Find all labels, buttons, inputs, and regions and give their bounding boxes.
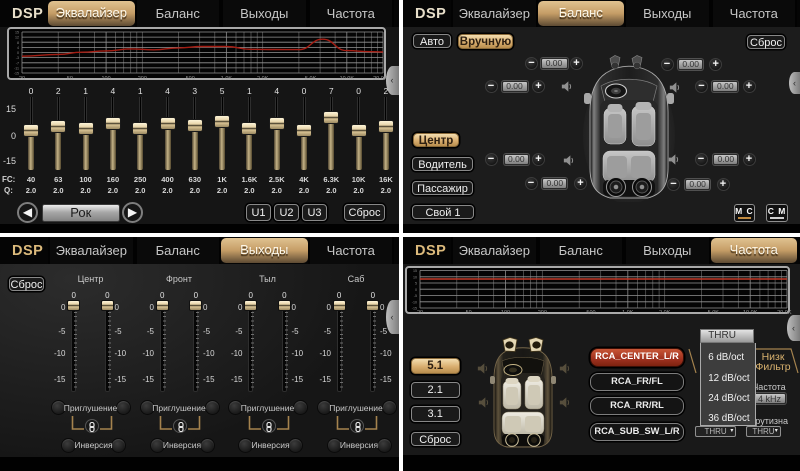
- svg-text:5: 5: [415, 282, 417, 286]
- svg-text:5.0K: 5.0K: [305, 76, 317, 82]
- svg-text:5.0K: 5.0K: [708, 310, 720, 316]
- svg-text:-7: -7: [16, 61, 19, 65]
- svg-text:-11: -11: [14, 67, 19, 71]
- svg-text:50: 50: [466, 310, 472, 316]
- svg-text:4: 4: [17, 46, 19, 50]
- svg-text:10: 10: [413, 275, 417, 279]
- svg-text:20: 20: [19, 76, 25, 82]
- svg-text:200: 200: [538, 310, 547, 316]
- svg-text:1.0K: 1.0K: [622, 310, 634, 316]
- svg-text:8: 8: [17, 41, 19, 45]
- svg-text:15: 15: [15, 31, 19, 35]
- svg-text:-10: -10: [412, 300, 417, 304]
- svg-text:10.0K: 10.0K: [340, 76, 355, 82]
- svg-text:200: 200: [138, 76, 147, 82]
- svg-text:500: 500: [586, 310, 595, 316]
- svg-text:0: 0: [17, 51, 19, 55]
- svg-text:100: 100: [102, 76, 111, 82]
- svg-text:-3: -3: [16, 56, 19, 60]
- svg-text:-15: -15: [14, 72, 19, 76]
- svg-text:20: 20: [417, 310, 423, 316]
- svg-text:15: 15: [413, 269, 417, 273]
- svg-text:2.0K: 2.0K: [659, 310, 671, 316]
- svg-text:-5: -5: [414, 294, 417, 298]
- svg-text:500: 500: [186, 76, 195, 82]
- svg-text:12: 12: [15, 36, 19, 40]
- svg-text:10.0K: 10.0K: [743, 310, 758, 316]
- svg-text:50: 50: [67, 76, 73, 82]
- svg-text:2.0K: 2.0K: [257, 76, 269, 82]
- svg-text:20.0K: 20.0K: [777, 310, 792, 316]
- svg-text:1.0K: 1.0K: [221, 76, 233, 82]
- svg-text:0: 0: [415, 288, 417, 292]
- svg-text:100: 100: [501, 310, 510, 316]
